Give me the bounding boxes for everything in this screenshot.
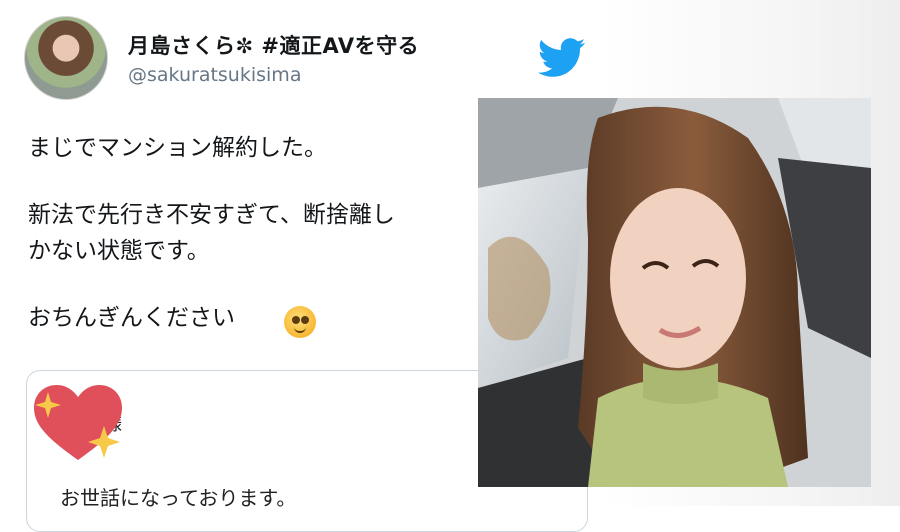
selfie-photo[interactable] <box>478 98 871 487</box>
display-name[interactable]: 月島さくら✼ #適正AVを守る <box>128 30 419 60</box>
card-body-text: お世話になっております。 <box>60 486 297 510</box>
twitter-bird-icon <box>538 38 586 77</box>
photo-content <box>478 98 871 487</box>
pleading-face-emoji-icon <box>284 306 316 338</box>
avatar[interactable] <box>24 16 108 100</box>
tweet-text-line-3: かない状態です。 <box>28 238 210 264</box>
user-handle[interactable]: @sakuratsukisima <box>128 64 301 86</box>
sparkling-heart-icon <box>34 385 122 460</box>
tweet-text-line-2: 新法で先行き不安すぎて、断捨離し <box>28 202 395 228</box>
tweet-text-line-4: おちんぎんください <box>28 305 235 331</box>
tweet-text-line-1: まじでマンション解約した。 <box>28 135 327 161</box>
